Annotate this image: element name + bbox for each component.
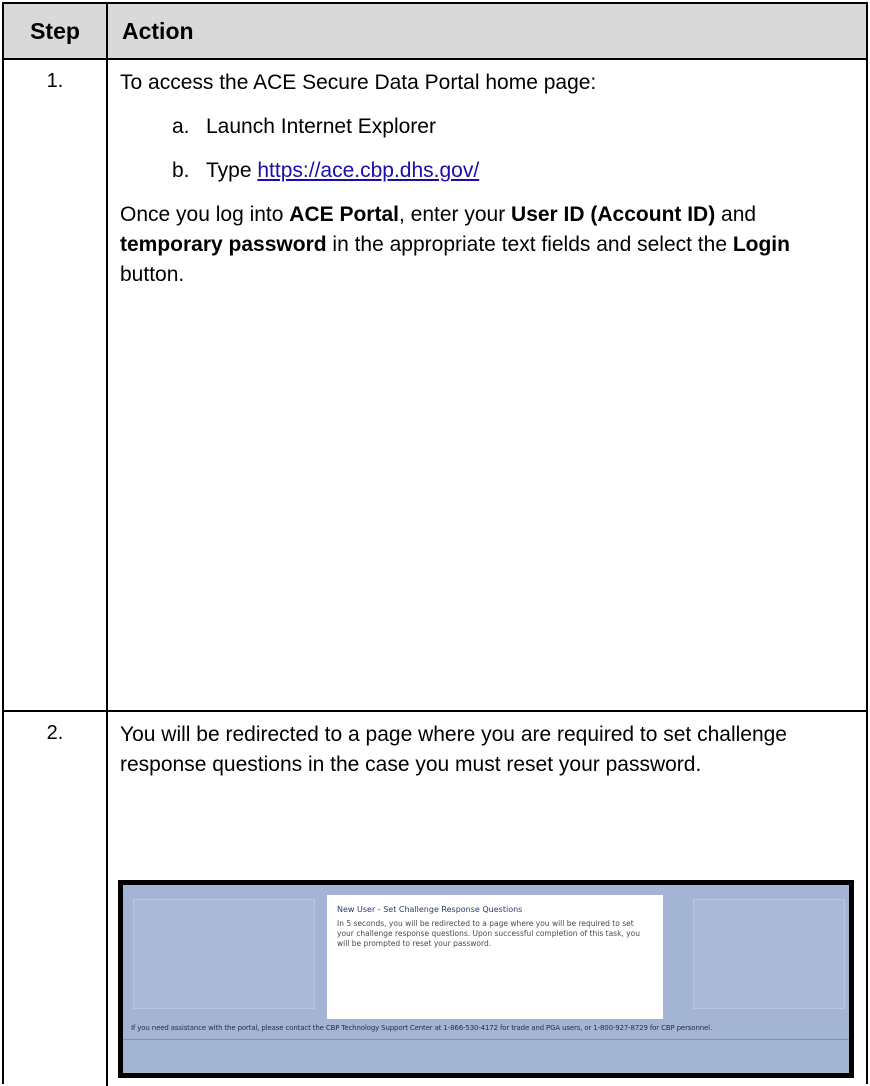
screenshot-left-panel	[133, 899, 315, 1009]
instruction-bold: User ID (Account ID)	[511, 203, 716, 226]
step-number-1: 1.	[46, 70, 64, 92]
screenshot-message-box: New User - Set Challenge Response Questi…	[327, 895, 663, 1019]
step-number-2: 2.	[46, 722, 64, 744]
step-column-header: Step	[4, 4, 108, 58]
row-divider	[4, 710, 866, 712]
instruction-bold: ACE Portal	[289, 203, 399, 226]
sub-item-a: a. Launch Internet Explorer	[172, 112, 436, 142]
step-1-intro: To access the ACE Secure Data Portal hom…	[120, 71, 597, 94]
screenshot-message-body: In 5 seconds, you will be redirected to …	[337, 919, 640, 948]
instruction-text: Once you log into	[120, 203, 290, 226]
screenshot-divider	[123, 1039, 849, 1040]
challenge-redirect-screenshot: New User - Set Challenge Response Questi…	[118, 880, 854, 1078]
step-2-text: You will be redirected to a page where y…	[120, 723, 787, 776]
instruction-text: in the appropriate text fields and selec…	[326, 233, 733, 256]
instruction-text: , enter your	[398, 203, 512, 226]
step-1-instruction: Once you log into ACE Portal, enter your…	[120, 200, 850, 290]
sub-item-b-label: b.	[172, 159, 190, 182]
sub-item-a-label: a.	[172, 115, 190, 138]
instruction-text: button.	[120, 263, 185, 286]
sub-item-b: b. Type https://ace.cbp.dhs.gov/	[172, 156, 479, 186]
instruction-text: and	[715, 203, 757, 226]
screenshot-assistance-text: If you need assistance with the portal, …	[131, 1024, 713, 1032]
sub-item-a-text: Launch Internet Explorer	[206, 115, 436, 138]
screenshot-right-panel	[693, 899, 845, 1009]
action-column-header: Action	[122, 17, 194, 44]
sub-item-b-prefix: Type	[206, 159, 258, 182]
instruction-bold: temporary password	[120, 233, 327, 256]
instruction-bold: Login	[732, 233, 790, 256]
table-header: Step Action	[4, 4, 866, 60]
column-divider	[106, 60, 108, 1086]
screenshot-message-title: New User - Set Challenge Response Questi…	[337, 905, 523, 914]
ace-portal-link[interactable]: https://ace.cbp.dhs.gov/	[257, 159, 479, 182]
